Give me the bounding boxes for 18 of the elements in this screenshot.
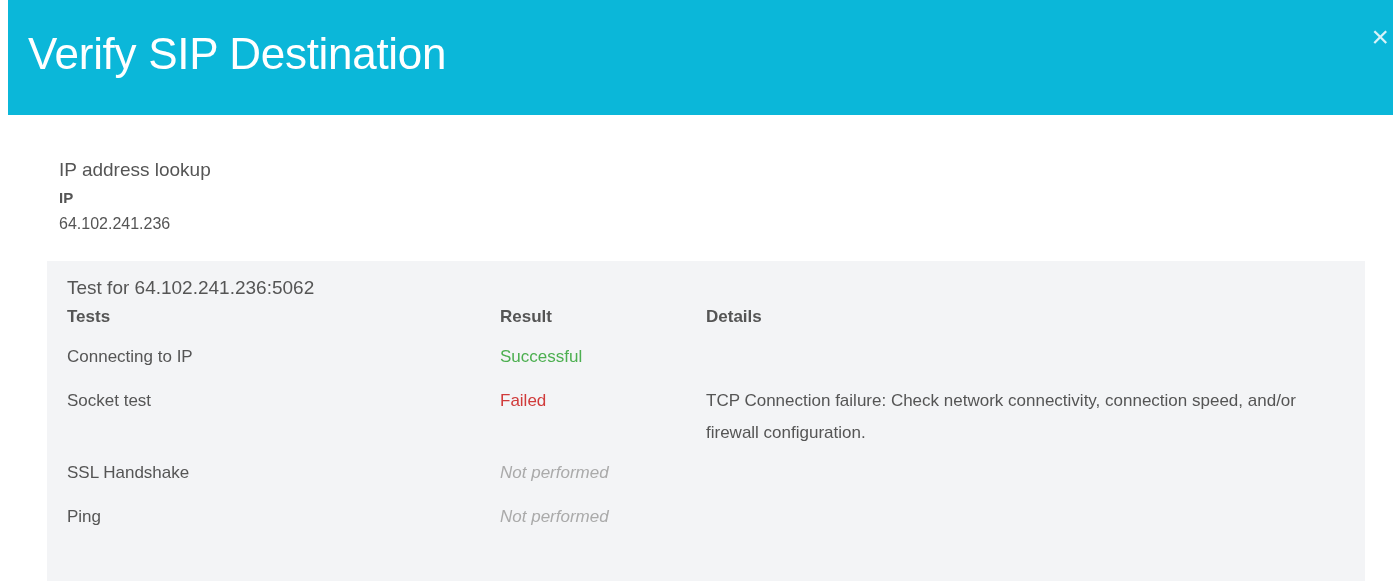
section-heading: IP address lookup [58,159,212,182]
column-header: Tests [67,307,112,328]
dialog-title: Verify SIP Destination [27,28,447,79]
result-cell-text: Successful [500,347,584,368]
result-cell-text: Not performed [500,507,610,528]
result-cell-text: Not performed [500,463,610,484]
column-header: Result [500,307,553,328]
field-value: 64.102.241.236 [58,215,172,234]
table-cell-text: Socket test [67,391,153,412]
details-cell-text: TCP Connection failure: Check network connectivity, connection speed, and/or firewall configuration. [706,390,1297,444]
table-cell-text: SSL Handshake [67,463,191,484]
table-cell-text: Connecting to IP [67,347,194,368]
field-label: IP [58,189,75,208]
column-header: Details [706,307,763,328]
panel-title: Test for 64.102.241.236:5062 [67,277,316,299]
table-cell-text: Ping [67,507,103,528]
result-cell-text: Failed [500,391,548,412]
close-button[interactable]: × [1371,22,1389,52]
